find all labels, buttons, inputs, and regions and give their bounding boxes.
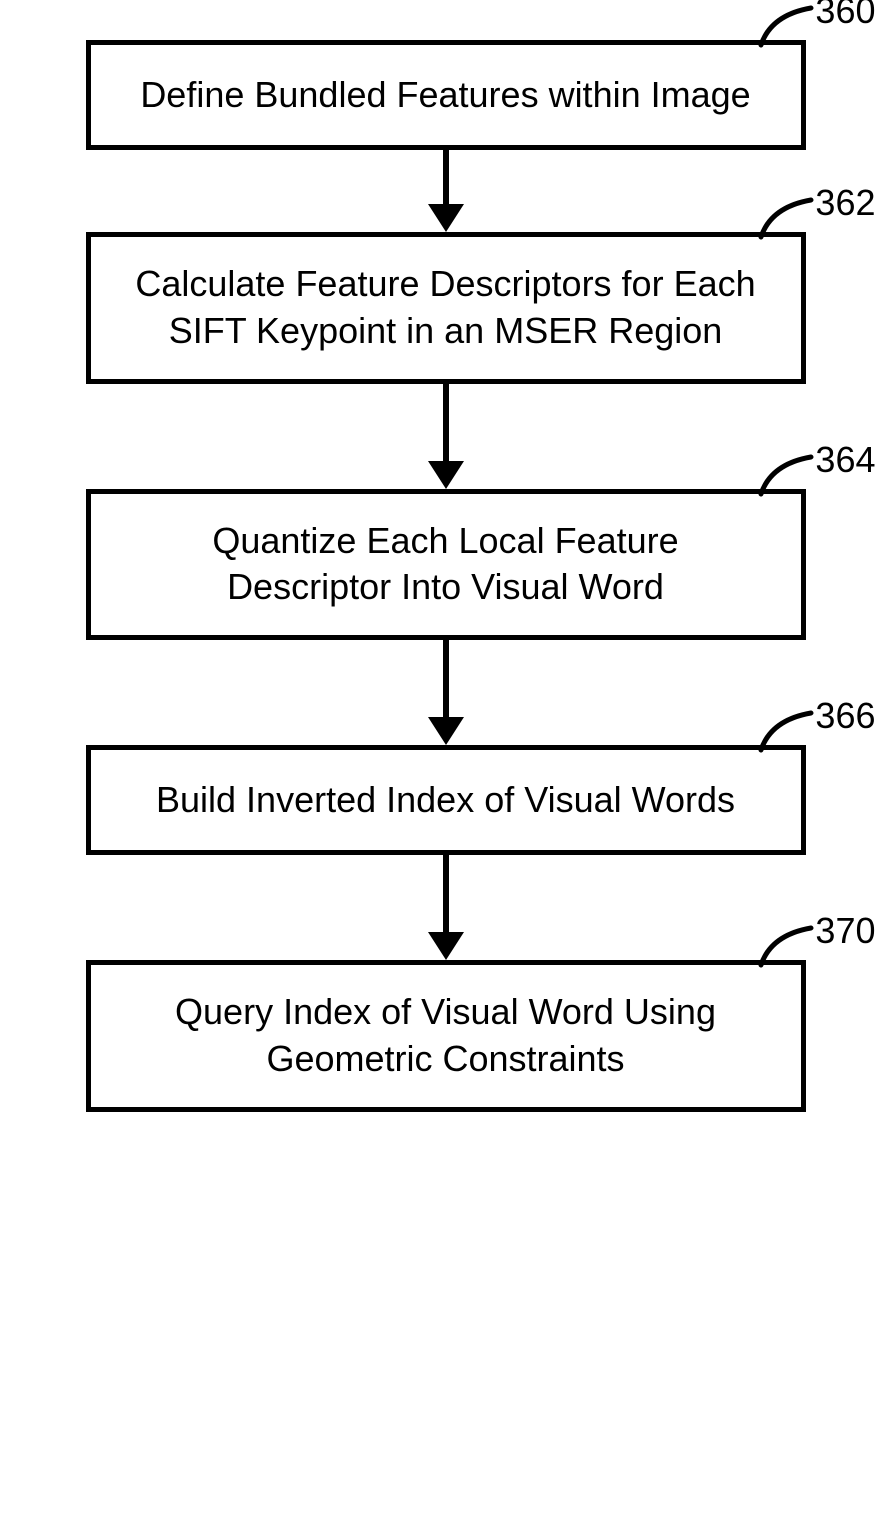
callout-hook-360 bbox=[756, 0, 816, 50]
box-define-bundled-features: Define Bundled Features within Image bbox=[86, 40, 806, 150]
callout-hook-370 bbox=[756, 920, 816, 970]
arrow-1 bbox=[428, 150, 464, 232]
box-build-inverted-index: Build Inverted Index of Visual Words bbox=[86, 745, 806, 855]
box-text: Calculate Feature Descriptors for EachSI… bbox=[135, 261, 755, 355]
step-label-366: 366 bbox=[815, 695, 875, 737]
callout-hook-362 bbox=[756, 192, 816, 242]
box-quantize-descriptor: Quantize Each Local FeatureDescriptor In… bbox=[86, 489, 806, 641]
box-query-index: Query Index of Visual Word UsingGeometri… bbox=[86, 960, 806, 1112]
step-label-362: 362 bbox=[815, 182, 875, 224]
arrow-2 bbox=[428, 384, 464, 489]
box-text: Query Index of Visual Word UsingGeometri… bbox=[175, 989, 716, 1083]
step-label-360: 360 bbox=[815, 0, 875, 32]
arrow-4 bbox=[428, 855, 464, 960]
arrow-3 bbox=[428, 640, 464, 745]
box-text: Build Inverted Index of Visual Words bbox=[156, 777, 735, 824]
step-label-364: 364 bbox=[815, 439, 875, 481]
step-5: 370 Query Index of Visual Word UsingGeom… bbox=[40, 960, 851, 1112]
step-label-370: 370 bbox=[815, 910, 875, 952]
step-2: 362 Calculate Feature Descriptors for Ea… bbox=[40, 232, 851, 489]
box-text: Define Bundled Features within Image bbox=[140, 72, 750, 119]
callout-hook-364 bbox=[756, 449, 816, 499]
callout-hook-366 bbox=[756, 705, 816, 755]
step-4: 366 Build Inverted Index of Visual Words bbox=[40, 745, 851, 960]
step-1: 360 Define Bundled Features within Image bbox=[40, 40, 851, 232]
step-3: 364 Quantize Each Local FeatureDescripto… bbox=[40, 489, 851, 746]
flowchart: 360 Define Bundled Features within Image… bbox=[40, 40, 851, 1112]
box-calculate-descriptors: Calculate Feature Descriptors for EachSI… bbox=[86, 232, 806, 384]
box-text: Quantize Each Local FeatureDescriptor In… bbox=[212, 518, 678, 612]
